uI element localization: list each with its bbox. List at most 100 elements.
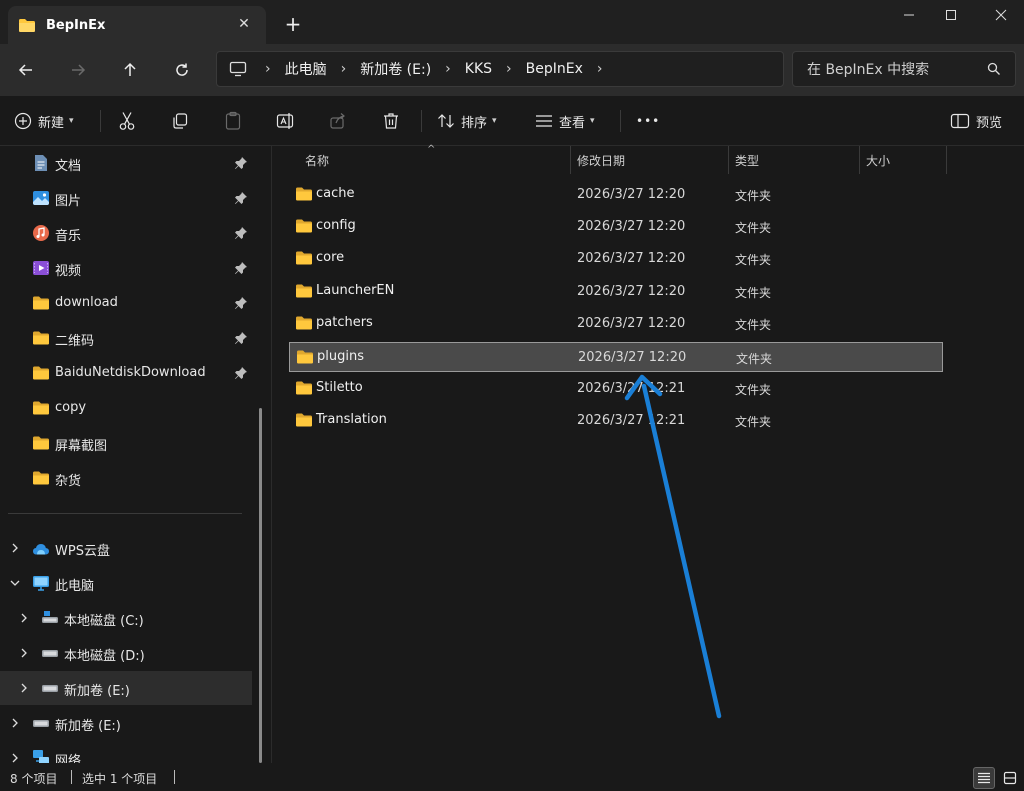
chevron-right-icon[interactable]	[8, 541, 22, 555]
pin-icon[interactable]	[234, 191, 248, 205]
navigation-bar: › 此电脑 › 新加卷 (E:) › KKS › BepInEx › 在 Bep…	[0, 44, 1024, 96]
file-type: 文件夹	[735, 318, 772, 332]
video-icon	[33, 261, 49, 275]
pin-icon[interactable]	[234, 226, 248, 240]
column-divider[interactable]	[946, 146, 947, 174]
chevron-down-icon: ▾	[590, 116, 595, 126]
sort-button[interactable]: 排序 ▾	[437, 108, 497, 134]
search-icon[interactable]	[987, 62, 1001, 76]
sidebar-item-drive-d[interactable]: 本地磁盘 (D:)	[0, 636, 252, 670]
pin-icon[interactable]	[234, 366, 248, 380]
back-button[interactable]	[12, 56, 40, 84]
chevron-right-icon[interactable]	[17, 646, 31, 660]
chevron-right-icon[interactable]: ›	[597, 61, 603, 77]
table-row[interactable]: patchers 2026/3/27 12:20 文件夹	[289, 309, 943, 339]
column-header-type[interactable]: 类型	[735, 146, 759, 174]
sidebar-item-network[interactable]: 网络	[0, 741, 252, 763]
table-row[interactable]: cache 2026/3/27 12:20 文件夹	[289, 180, 943, 210]
new-label: 新建	[38, 115, 65, 131]
pin-icon[interactable]	[234, 331, 248, 345]
copy-button[interactable]	[171, 108, 189, 134]
chevron-right-icon[interactable]	[17, 681, 31, 695]
table-row[interactable]: Translation 2026/3/27 12:21 文件夹	[289, 406, 943, 436]
table-row[interactable]: LauncherEN 2026/3/27 12:20 文件夹	[289, 277, 943, 307]
sidebar-item-drive-c[interactable]: 本地磁盘 (C:)	[0, 601, 252, 635]
view-button[interactable]: 查看 ▾	[535, 108, 595, 134]
minimize-icon[interactable]	[886, 0, 932, 30]
column-divider[interactable]	[859, 146, 860, 174]
breadcrumb-this-pc[interactable]: 此电脑	[285, 59, 327, 79]
pin-icon[interactable]	[234, 261, 248, 275]
tab-title: BepInEx	[46, 17, 106, 33]
column-header-modified[interactable]: 修改日期	[577, 146, 625, 174]
chevron-right-icon[interactable]	[8, 716, 22, 730]
sidebar-item-videos[interactable]: 视频	[0, 251, 252, 285]
new-button[interactable]: 新建 ▾	[14, 108, 74, 134]
sidebar-item-drive-e-root[interactable]: 新加卷 (E:)	[0, 706, 252, 740]
preview-button[interactable]: 预览	[950, 108, 1002, 134]
breadcrumb-drive-e[interactable]: 新加卷 (E:)	[360, 59, 431, 79]
sidebar-item-label: 文档	[55, 159, 82, 174]
plus-circle-icon	[14, 112, 32, 130]
sidebar-item-misc[interactable]: 杂货	[0, 461, 252, 495]
computer-icon	[229, 61, 247, 77]
sidebar-item-label: 本地磁盘 (D:)	[64, 649, 145, 664]
up-button[interactable]	[116, 56, 144, 84]
folder-icon	[296, 381, 312, 395]
tiles-view-button[interactable]	[999, 767, 1021, 789]
column-header-size[interactable]: 大小	[866, 146, 890, 174]
document-icon	[35, 155, 47, 171]
breadcrumb-kks[interactable]: KKS	[465, 61, 492, 77]
sidebar-item-qrcode[interactable]: 二维码	[0, 321, 252, 355]
folder-icon	[297, 350, 313, 364]
sidebar-item-music[interactable]: 音乐	[0, 216, 252, 250]
sidebar-item-screenshots[interactable]: 屏幕截图	[0, 426, 252, 460]
close-tab-icon[interactable]: ✕	[234, 14, 254, 34]
column-header-name[interactable]: 名称	[305, 146, 329, 174]
cut-button[interactable]	[118, 108, 136, 134]
toolbar-divider	[620, 110, 621, 132]
pin-icon[interactable]	[234, 156, 248, 170]
refresh-button[interactable]	[168, 56, 196, 84]
table-row[interactable]: Stiletto 2026/3/27 12:21 文件夹	[289, 374, 943, 404]
share-button[interactable]	[329, 108, 347, 134]
sidebar-item-download[interactable]: download	[0, 286, 252, 320]
folder-icon	[296, 284, 312, 298]
preview-pane-icon	[950, 113, 970, 129]
sidebar-item-wps-cloud[interactable]: WPS云盘	[0, 531, 252, 565]
sidebar-item-baidunetdisk[interactable]: BaiduNetdiskDownload	[0, 356, 252, 390]
more-options-button[interactable]: •••	[636, 108, 660, 134]
forward-button[interactable]	[64, 56, 92, 84]
search-input[interactable]: 在 BepInEx 中搜索	[792, 51, 1016, 87]
delete-button[interactable]	[382, 108, 400, 134]
chevron-right-icon: ›	[445, 61, 451, 77]
file-name: LauncherEN	[316, 283, 395, 298]
sidebar-item-documents[interactable]: 文档	[0, 146, 252, 180]
paste-button[interactable]	[224, 108, 242, 134]
column-divider[interactable]	[570, 146, 571, 174]
breadcrumb-bepinex[interactable]: BepInEx	[526, 61, 583, 77]
details-view-button[interactable]	[973, 767, 995, 789]
pin-icon[interactable]	[234, 296, 248, 310]
tab-bepinex[interactable]: BepInEx ✕	[8, 6, 266, 44]
sidebar-item-pictures[interactable]: 图片	[0, 181, 252, 215]
sidebar-item-this-pc[interactable]: 此电脑	[0, 566, 252, 600]
chevron-down-icon[interactable]	[8, 576, 22, 590]
new-tab-button[interactable]: +	[282, 12, 304, 36]
rename-button[interactable]	[276, 108, 296, 134]
table-row[interactable]: config 2026/3/27 12:20 文件夹	[289, 212, 943, 242]
sidebar-item-label: 屏幕截图	[55, 439, 108, 454]
sidebar-item-drive-e[interactable]: 新加卷 (E:)	[0, 671, 252, 705]
chevron-right-icon[interactable]	[17, 611, 31, 625]
close-window-icon[interactable]	[978, 0, 1024, 30]
table-row-selected[interactable]: plugins 2026/3/27 12:20 文件夹	[289, 342, 943, 372]
maximize-icon[interactable]	[928, 0, 974, 30]
address-bar[interactable]: › 此电脑 › 新加卷 (E:) › KKS › BepInEx ›	[216, 51, 784, 87]
column-divider[interactable]	[728, 146, 729, 174]
search-placeholder: 在 BepInEx 中搜索	[807, 62, 930, 78]
file-type: 文件夹	[735, 221, 772, 235]
sidebar-scrollbar[interactable]	[259, 408, 262, 763]
chevron-right-icon[interactable]	[8, 751, 22, 763]
sidebar-item-copy[interactable]: copy	[0, 391, 252, 425]
table-row[interactable]: core 2026/3/27 12:20 文件夹	[289, 244, 943, 274]
